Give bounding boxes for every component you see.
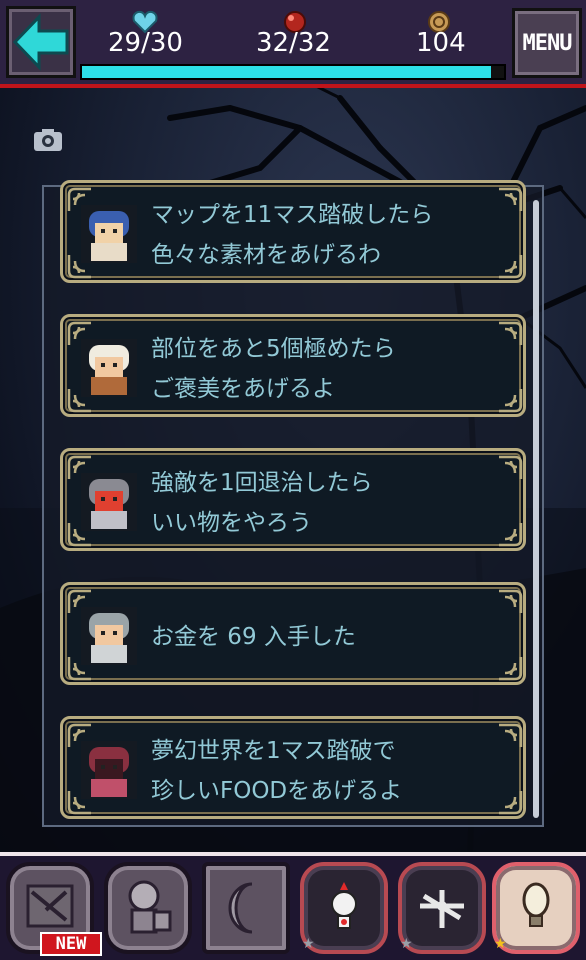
menu-label: MENU (522, 31, 573, 56)
camera-icon[interactable] (33, 128, 63, 152)
knight-portrait (81, 473, 137, 531)
quest-line-2: 珍しいFOODをあげるよ (151, 778, 403, 804)
hp-bar (80, 64, 506, 80)
robed-mage-portrait (81, 741, 137, 799)
quest-line-1: マップを11マス踏破したら (151, 202, 434, 228)
quest-card[interactable]: お金を 69 入手した (60, 582, 526, 685)
quest-text: 夢幻世界を1マス踏破で 珍しいFOODをあげるよ (151, 731, 402, 811)
corner-ornament (499, 389, 523, 413)
top-status-bar: 29/30 32/32 104 MENU (0, 0, 586, 88)
corner-ornament (499, 723, 523, 747)
quest-text: 強敵を1回退治したら いい物をやろう (151, 463, 373, 543)
corner-ornament (499, 321, 523, 345)
quest-card[interactable]: マップを11マス踏破したら 色々な素材をあげるわ (60, 180, 526, 283)
quest-card[interactable]: 強敵を1回退治したら いい物をやろう (60, 448, 526, 551)
new-badge: NEW (40, 932, 102, 956)
moon-slot[interactable] (202, 862, 290, 954)
quest-line-1: 部位をあと5個極めたら (151, 336, 396, 362)
corner-ornament (499, 255, 523, 279)
quest-line-1: 強敵を1回退治したら (151, 470, 373, 496)
hp-bar-fill (82, 66, 492, 78)
quest-text: マップを11マス踏破したら 色々な素材をあげるわ (151, 195, 433, 275)
character-slot[interactable] (104, 862, 192, 954)
back-arrow-icon (12, 13, 69, 71)
idea-slot[interactable]: ★ (492, 862, 580, 954)
character-icon (128, 880, 172, 934)
quest-line-2: いい物をやろう (151, 510, 312, 536)
map-slot[interactable]: NEW (6, 862, 102, 956)
back-button[interactable] (6, 6, 76, 78)
scrollbar[interactable] (533, 200, 539, 818)
corner-ornament (499, 187, 523, 211)
star-icon: ★ (302, 936, 315, 952)
quest-line-2: 色々な素材をあげるわ (151, 242, 381, 268)
orb-value: 32/32 (256, 28, 331, 58)
quest-card[interactable]: 夢幻世界を1マス踏破で 珍しいFOODをあげるよ (60, 716, 526, 819)
star-icon: ★ (494, 936, 507, 952)
quest-text: お金を 69 入手した (151, 617, 356, 657)
bottom-nav-bar: NEW ★ ★ ★ (0, 852, 586, 960)
turban-man-portrait (81, 339, 137, 397)
coin-value: 104 (416, 28, 466, 58)
weapon-slot[interactable]: ★ (398, 862, 486, 954)
menu-button[interactable]: MENU (512, 8, 582, 78)
hp-value: 29/30 (108, 28, 183, 58)
star-icon: ★ (400, 936, 413, 952)
moon-icon (228, 882, 253, 934)
quest-line-1: お金を 69 入手した (151, 624, 356, 650)
corner-ornament (499, 657, 523, 681)
chicken-slot[interactable]: ★ (300, 862, 388, 954)
hooded-girl-portrait (81, 205, 137, 263)
corner-ornament (499, 791, 523, 815)
corner-ornament (499, 589, 523, 613)
quest-text: 部位をあと5個極めたら ご褒美をあげるよ (151, 329, 396, 409)
corner-ornament (499, 523, 523, 547)
quest-card[interactable]: 部位をあと5個極めたら ご褒美をあげるよ (60, 314, 526, 417)
quest-line-1: 夢幻世界を1マス踏破で (151, 738, 396, 764)
quest-line-2: ご褒美をあげるよ (151, 376, 335, 402)
corner-ornament (499, 455, 523, 479)
soldier-portrait (81, 607, 137, 665)
